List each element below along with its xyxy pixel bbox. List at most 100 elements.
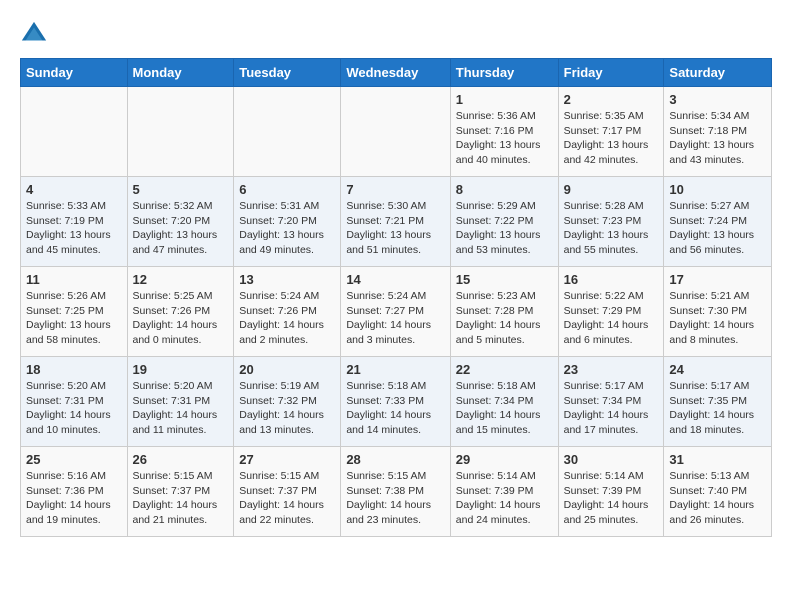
day-number: 3: [669, 92, 766, 107]
calendar-cell: [21, 87, 128, 177]
day-info: Sunrise: 5:20 AM Sunset: 7:31 PM Dayligh…: [26, 379, 122, 438]
calendar-cell: 5Sunrise: 5:32 AM Sunset: 7:20 PM Daylig…: [127, 177, 234, 267]
day-info: Sunrise: 5:17 AM Sunset: 7:34 PM Dayligh…: [564, 379, 659, 438]
calendar-cell: 16 Sunrise: 5:22 AM Sunset: 7:29 PM Dayli…: [558, 267, 664, 357]
day-info: Sunrise: 5:30 AM Sunset: 7:21 PM Dayligh…: [346, 199, 444, 258]
day-info: Sunrise: 5:31 AM Sunset: 7:20 PM Dayligh…: [239, 199, 335, 258]
day-info: Sunrise: 5:23 AM Sunset: 7:28 PM Dayligh…: [456, 289, 553, 348]
calendar-cell: 19Sunrise: 5:20 AM Sunset: 7:31 PM Dayli…: [127, 357, 234, 447]
day-number: 8: [456, 182, 553, 197]
calendar-cell: [234, 87, 341, 177]
weekday-header-row: SundayMondayTuesdayWednesdayThursdayFrid…: [21, 59, 772, 87]
calendar-cell: 1 Sunrise: 5:36 AM Sunset: 7:16 PM Daylig…: [450, 87, 558, 177]
day-number: 19: [133, 362, 229, 377]
calendar-cell: 21 Sunrise: 5:18 AM Sunset: 7:33 PM Dayli…: [341, 357, 450, 447]
calendar-cell: 12Sunrise: 5:25 AM Sunset: 7:26 PM Dayli…: [127, 267, 234, 357]
day-info: Sunrise: 5:33 AM Sunset: 7:19 PM Dayligh…: [26, 199, 122, 258]
day-number: 30: [564, 452, 659, 467]
day-number: 24: [669, 362, 766, 377]
calendar-cell: 7 Sunrise: 5:30 AM Sunset: 7:21 PM Daylig…: [341, 177, 450, 267]
day-number: 28: [346, 452, 444, 467]
calendar-cell: 2 Sunrise: 5:35 AM Sunset: 7:17 PM Daylig…: [558, 87, 664, 177]
weekday-header-thursday: Thursday: [450, 59, 558, 87]
weekday-header-sunday: Sunday: [21, 59, 128, 87]
day-number: 25: [26, 452, 122, 467]
day-info: Sunrise: 5:36 AM Sunset: 7:16 PM Dayligh…: [456, 109, 553, 168]
day-number: 10: [669, 182, 766, 197]
logo: [20, 20, 52, 48]
calendar-cell: 30 Sunrise: 5:14 AM Sunset: 7:39 PM Dayli…: [558, 447, 664, 537]
day-number: 16: [564, 272, 659, 287]
day-number: 23: [564, 362, 659, 377]
day-number: 26: [133, 452, 229, 467]
calendar-cell: 15Sunrise: 5:23 AM Sunset: 7:28 PM Dayli…: [450, 267, 558, 357]
calendar-cell: [341, 87, 450, 177]
day-info: Sunrise: 5:15 AM Sunset: 7:37 PM Dayligh…: [239, 469, 335, 528]
calendar-cell: 8Sunrise: 5:29 AM Sunset: 7:22 PM Daylig…: [450, 177, 558, 267]
day-number: 21: [346, 362, 444, 377]
calendar-cell: 4 Sunrise: 5:33 AM Sunset: 7:19 PM Daylig…: [21, 177, 128, 267]
day-number: 1: [456, 92, 553, 107]
day-number: 18: [26, 362, 122, 377]
day-number: 29: [456, 452, 553, 467]
calendar-week-1: 1 Sunrise: 5:36 AM Sunset: 7:16 PM Daylig…: [21, 87, 772, 177]
calendar-cell: 14 Sunrise: 5:24 AM Sunset: 7:27 PM Dayli…: [341, 267, 450, 357]
day-info: Sunrise: 5:32 AM Sunset: 7:20 PM Dayligh…: [133, 199, 229, 258]
day-info: Sunrise: 5:15 AM Sunset: 7:38 PM Dayligh…: [346, 469, 444, 528]
day-info: Sunrise: 5:27 AM Sunset: 7:24 PM Dayligh…: [669, 199, 766, 258]
day-number: 31: [669, 452, 766, 467]
weekday-header-monday: Monday: [127, 59, 234, 87]
page-header: [20, 20, 772, 48]
calendar-cell: 27 Sunrise: 5:15 AM Sunset: 7:37 PM Dayli…: [234, 447, 341, 537]
day-info: Sunrise: 5:22 AM Sunset: 7:29 PM Dayligh…: [564, 289, 659, 348]
day-info: Sunrise: 5:21 AM Sunset: 7:30 PM Dayligh…: [669, 289, 766, 348]
calendar-cell: 3 Sunrise: 5:34 AM Sunset: 7:18 PM Daylig…: [664, 87, 772, 177]
calendar-cell: 20 Sunrise: 5:19 AM Sunset: 7:32 PM Dayli…: [234, 357, 341, 447]
day-info: Sunrise: 5:17 AM Sunset: 7:35 PM Dayligh…: [669, 379, 766, 438]
day-number: 22: [456, 362, 553, 377]
calendar-week-5: 25 Sunrise: 5:16 AM Sunset: 7:36 PM Dayli…: [21, 447, 772, 537]
day-info: Sunrise: 5:24 AM Sunset: 7:27 PM Dayligh…: [346, 289, 444, 348]
logo-icon: [20, 20, 48, 48]
calendar-cell: 23 Sunrise: 5:17 AM Sunset: 7:34 PM Dayli…: [558, 357, 664, 447]
day-info: Sunrise: 5:19 AM Sunset: 7:32 PM Dayligh…: [239, 379, 335, 438]
day-info: Sunrise: 5:18 AM Sunset: 7:34 PM Dayligh…: [456, 379, 553, 438]
day-number: 14: [346, 272, 444, 287]
calendar-cell: 9Sunrise: 5:28 AM Sunset: 7:23 PM Daylig…: [558, 177, 664, 267]
calendar-cell: 6 Sunrise: 5:31 AM Sunset: 7:20 PM Daylig…: [234, 177, 341, 267]
calendar-cell: 28 Sunrise: 5:15 AM Sunset: 7:38 PM Dayli…: [341, 447, 450, 537]
calendar-cell: 29Sunrise: 5:14 AM Sunset: 7:39 PM Dayli…: [450, 447, 558, 537]
day-number: 2: [564, 92, 659, 107]
calendar-week-2: 4 Sunrise: 5:33 AM Sunset: 7:19 PM Daylig…: [21, 177, 772, 267]
day-info: Sunrise: 5:14 AM Sunset: 7:39 PM Dayligh…: [564, 469, 659, 528]
day-number: 6: [239, 182, 335, 197]
day-info: Sunrise: 5:25 AM Sunset: 7:26 PM Dayligh…: [133, 289, 229, 348]
day-info: Sunrise: 5:35 AM Sunset: 7:17 PM Dayligh…: [564, 109, 659, 168]
calendar-cell: 17Sunrise: 5:21 AM Sunset: 7:30 PM Dayli…: [664, 267, 772, 357]
calendar-cell: 18 Sunrise: 5:20 AM Sunset: 7:31 PM Dayli…: [21, 357, 128, 447]
weekday-header-tuesday: Tuesday: [234, 59, 341, 87]
calendar-cell: 25 Sunrise: 5:16 AM Sunset: 7:36 PM Dayli…: [21, 447, 128, 537]
weekday-header-saturday: Saturday: [664, 59, 772, 87]
day-number: 27: [239, 452, 335, 467]
day-number: 7: [346, 182, 444, 197]
day-number: 9: [564, 182, 659, 197]
calendar-table: SundayMondayTuesdayWednesdayThursdayFrid…: [20, 58, 772, 537]
day-number: 13: [239, 272, 335, 287]
calendar-week-3: 11Sunrise: 5:26 AM Sunset: 7:25 PM Dayli…: [21, 267, 772, 357]
calendar-cell: 22 Sunrise: 5:18 AM Sunset: 7:34 PM Dayli…: [450, 357, 558, 447]
day-info: Sunrise: 5:24 AM Sunset: 7:26 PM Dayligh…: [239, 289, 335, 348]
day-number: 11: [26, 272, 122, 287]
day-number: 20: [239, 362, 335, 377]
day-info: Sunrise: 5:34 AM Sunset: 7:18 PM Dayligh…: [669, 109, 766, 168]
day-info: Sunrise: 5:15 AM Sunset: 7:37 PM Dayligh…: [133, 469, 229, 528]
calendar-week-4: 18 Sunrise: 5:20 AM Sunset: 7:31 PM Dayli…: [21, 357, 772, 447]
calendar-cell: 26 Sunrise: 5:15 AM Sunset: 7:37 PM Dayli…: [127, 447, 234, 537]
day-info: Sunrise: 5:16 AM Sunset: 7:36 PM Dayligh…: [26, 469, 122, 528]
calendar-cell: 10 Sunrise: 5:27 AM Sunset: 7:24 PM Dayli…: [664, 177, 772, 267]
day-info: Sunrise: 5:18 AM Sunset: 7:33 PM Dayligh…: [346, 379, 444, 438]
day-number: 4: [26, 182, 122, 197]
calendar-cell: 11Sunrise: 5:26 AM Sunset: 7:25 PM Dayli…: [21, 267, 128, 357]
weekday-header-friday: Friday: [558, 59, 664, 87]
calendar-cell: [127, 87, 234, 177]
